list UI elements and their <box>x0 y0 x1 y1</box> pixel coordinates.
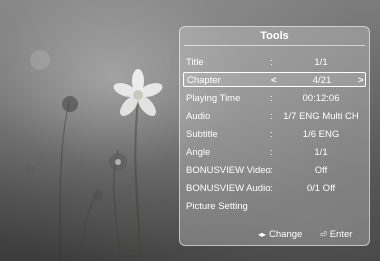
row-label: Subtitle <box>186 129 218 140</box>
row-title[interactable]: Title : 1/1 <box>183 55 366 70</box>
change-label: Change <box>269 229 303 240</box>
row-bonusview-video[interactable]: BONUSVIEW Video : Off <box>183 163 366 178</box>
left-right-arrows-icon: ◂▸ <box>258 230 267 239</box>
row-value: Off <box>314 165 328 176</box>
title-divider <box>184 45 365 46</box>
enter-hint: ⏎ Enter <box>320 229 352 241</box>
row-label: Picture Setting <box>186 201 248 212</box>
row-colon: : <box>270 111 273 122</box>
row-label: BONUSVIEW Audio <box>186 183 271 194</box>
row-value: 00:12:06 <box>302 93 340 104</box>
row-bonusview-audio[interactable]: BONUSVIEW Audio : 0/1 Off <box>183 181 366 196</box>
row-colon: : <box>270 57 273 68</box>
row-label: BONUSVIEW Video <box>186 165 271 176</box>
row-label: Audio <box>186 111 211 122</box>
row-value: 4/21 <box>312 75 332 86</box>
tools-panel: Tools Title : 1/1 Chapter < 4/21 > Playi… <box>179 26 370 246</box>
change-hint: ◂▸ Change <box>258 229 302 241</box>
row-label: Chapter <box>187 75 221 86</box>
row-value: 1/6 ENG <box>302 129 340 140</box>
panel-footer: ◂▸ Change ⏎ Enter <box>180 229 369 241</box>
row-audio[interactable]: Audio : 1/7 ENG Multi CH <box>183 109 366 124</box>
row-picture-setting[interactable]: Picture Setting <box>183 199 366 214</box>
row-value: 1/7 ENG Multi CH <box>283 111 359 122</box>
row-label: Playing Time <box>186 93 241 104</box>
row-value: 1/1 <box>314 57 328 68</box>
row-angle[interactable]: Angle : 1/1 <box>183 145 366 160</box>
row-playing-time[interactable]: Playing Time : 00:12:06 <box>183 91 366 106</box>
row-colon: : <box>270 183 273 194</box>
row-subtitle[interactable]: Subtitle : 1/6 ENG <box>183 127 366 142</box>
row-colon: : <box>270 129 273 140</box>
row-colon: : <box>270 93 273 104</box>
row-value: 0/1 Off <box>306 183 336 194</box>
row-chapter[interactable]: Chapter < 4/21 > <box>183 72 366 87</box>
enter-label: Enter <box>329 229 353 240</box>
enter-icon: ⏎ <box>320 230 327 239</box>
chevron-left-icon[interactable]: < <box>271 73 277 88</box>
chevron-right-icon[interactable]: > <box>358 73 364 88</box>
row-colon: : <box>270 165 273 176</box>
row-value: 1/1 <box>314 147 328 158</box>
row-label: Title <box>186 57 204 68</box>
row-colon: : <box>270 147 273 158</box>
tv-screen: Tools Title : 1/1 Chapter < 4/21 > Playi… <box>0 0 380 261</box>
panel-title: Tools <box>260 30 289 42</box>
row-label: Angle <box>186 147 211 158</box>
